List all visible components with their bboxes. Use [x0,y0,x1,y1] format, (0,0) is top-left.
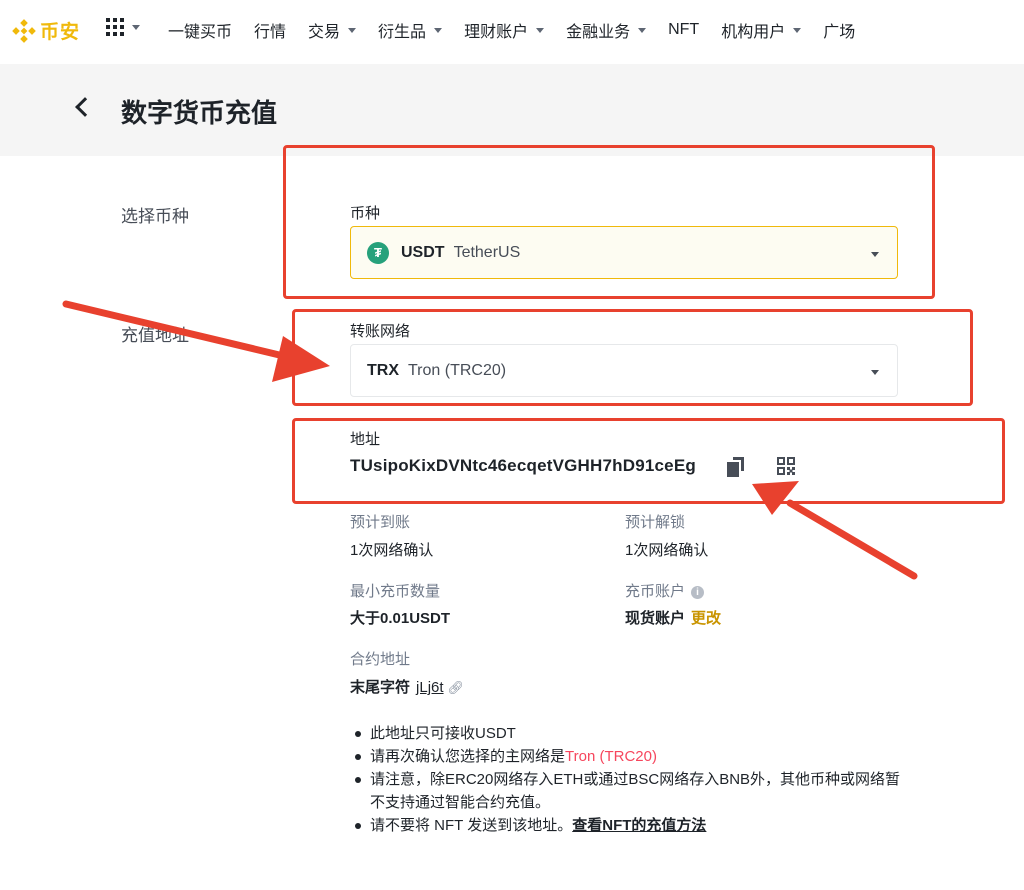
nav-item-label: 衍生品 [378,24,427,41]
deposit-account-label: 充币账户 [625,583,686,600]
annotation-box-coin [283,145,935,299]
deposit-notes: 此地址只可接收USDT 请再次确认您选择的主网络是Tron (TRC20) 请注… [351,722,911,837]
nav-item[interactable]: 行情 [254,18,286,42]
binance-logo-icon [12,18,36,43]
min-deposit-value: 大于0.01USDT [350,610,451,627]
link-icon[interactable]: 🔗︎ [448,680,465,696]
chevron-down-icon [348,27,357,33]
nav-item-label: 机构用户 [721,24,786,41]
expected-arrival-label: 预计到账 [350,514,411,531]
nav-item-label: 金融业务 [566,24,631,41]
note-3: 请注意，除ERC20网络存入ETH或通过BSC网络存入BNB外，其他币种或网络暂… [370,771,901,811]
nav-item-label: 理财账户 [464,24,529,41]
note-1: 此地址只可接收USDT [370,725,516,742]
chevron-down-icon [132,24,140,30]
chevron-down-icon [536,27,545,33]
note-4-prefix: 请不要将 NFT 发送到该地址。 [370,817,573,834]
nav-menu: 一键买币 行情 交易 衍生品 理财账户 金融业务 NFT 机构用户 广场 [168,18,877,42]
note-item: 请不要将 NFT 发送到该地址。查看NFT的充值方法 [351,814,911,837]
expected-arrival-value: 1次网络确认 [350,542,434,559]
logo[interactable]: 币安 [12,17,80,44]
nav-item-label: 一键买币 [168,24,233,41]
note-item: 请注意，除ERC20网络存入ETH或通过BSC网络存入BNB外，其他币种或网络暂… [351,768,911,814]
change-account-link[interactable]: 更改 [691,610,721,627]
nav-item[interactable]: 广场 [823,18,855,42]
logo-text: 币安 [40,22,81,43]
nav-item[interactable]: 理财账户 [464,18,545,42]
contract-prefix: 末尾字符 [350,679,411,696]
nav-item[interactable]: 金融业务 [566,18,647,42]
annotation-box-network [292,309,973,406]
expected-unlock-label: 预计解锁 [625,514,686,531]
top-navigation: 币安 一键买币 行情 交易 衍生品 理财账户 金融业务 NFT 机构用户 广场 [0,0,1024,58]
info-icon[interactable]: i [691,586,705,599]
nav-item-label: 行情 [254,24,287,41]
note-2-network: Tron (TRC20) [565,748,657,765]
nft-deposit-guide-link[interactable]: 查看NFT的充值方法 [572,817,706,834]
deposit-address-label: 充值地址 [121,326,189,345]
contract-suffix-link[interactable]: jLj6t [416,679,444,696]
nav-item[interactable]: 衍生品 [378,18,443,42]
deposit-account-value: 现货账户 [625,610,686,627]
chevron-down-icon [434,27,443,33]
annotation-box-address [292,418,1005,504]
page-title: 数字货币充值 [121,98,278,128]
apps-grid-icon [106,18,124,36]
contract-address-label: 合约地址 [350,651,411,668]
deposit-account-row: 现货账户 更改 [625,607,721,628]
nav-item[interactable]: NFT [668,21,699,39]
select-coin-label: 选择币种 [121,207,189,226]
deposit-account-label-row: 充币账户 i [625,580,705,601]
note-item: 此地址只可接收USDT [351,722,911,745]
chevron-down-icon [793,27,802,33]
contract-address-row: 末尾字符 jLj6t 🔗︎ [350,676,464,697]
expected-unlock-value: 1次网络确认 [625,542,709,559]
nav-item-label: 广场 [823,24,856,41]
note-item: 请再次确认您选择的主网络是Tron (TRC20) [351,745,911,768]
apps-menu[interactable] [106,18,140,36]
min-deposit-label: 最小充币数量 [350,583,441,600]
chevron-down-icon [638,27,647,33]
nav-item[interactable]: 交易 [308,18,357,42]
nav-item-label: 交易 [308,24,341,41]
nav-item[interactable]: 一键买币 [168,18,232,42]
note-2-prefix: 请再次确认您选择的主网络是 [370,748,566,765]
nav-item-label: NFT [668,21,700,38]
nav-item[interactable]: 机构用户 [721,18,802,42]
